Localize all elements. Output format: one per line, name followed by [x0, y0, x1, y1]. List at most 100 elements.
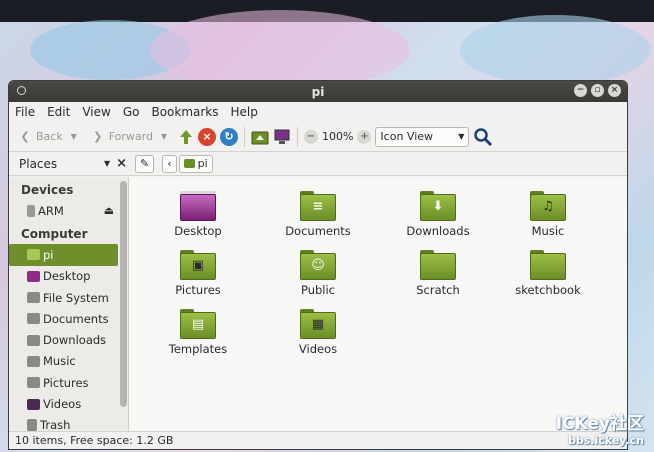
file-item-sketchbook[interactable]: sketchbook	[493, 250, 603, 297]
chevron-down-icon: ▼	[103, 159, 111, 168]
back-label: Back	[36, 130, 63, 143]
location-bar: Places ▼ × ✎ ‹ pi	[9, 152, 627, 176]
sidebar-item-label: File System	[43, 290, 109, 305]
reload-icon[interactable]: ↻	[219, 127, 238, 146]
window-title: pi	[311, 84, 325, 99]
path-current-label: pi	[197, 157, 208, 170]
sidebar-item-pi[interactable]: pi	[9, 244, 118, 266]
pictures-folder-icon: ▣	[180, 250, 216, 280]
forward-arrow-icon: ❯	[93, 130, 103, 143]
menu-file[interactable]: File	[14, 105, 36, 119]
sidebar-item-label: Documents	[43, 311, 109, 326]
zoom-out-icon[interactable]: −	[303, 129, 318, 144]
edit-location-button[interactable]: ✎	[135, 154, 155, 173]
desktop-folder-icon	[180, 191, 216, 221]
computer-icon[interactable]	[273, 129, 291, 145]
drive-icon	[27, 204, 35, 217]
file-view: Desktop ≡ Documents ⬇ Downloads ♫ Music …	[129, 177, 627, 433]
forward-button[interactable]: ❯ Forward ▼	[88, 126, 174, 148]
music-icon	[27, 355, 40, 367]
menu-go[interactable]: Go	[122, 105, 141, 119]
chevron-left-icon: ‹	[167, 157, 172, 170]
sidebar-item-label: Downloads	[43, 333, 107, 348]
path-segment-pi[interactable]: pi	[178, 154, 213, 173]
up-arrow-icon[interactable]	[178, 129, 194, 145]
file-item-music[interactable]: ♫ Music	[493, 191, 603, 238]
chevron-down-icon[interactable]: ▼	[157, 130, 171, 144]
wallpaper-shape	[150, 10, 410, 90]
chevron-down-icon[interactable]: ▼	[67, 130, 81, 144]
search-icon[interactable]	[473, 127, 493, 147]
toolbar-divider	[243, 126, 245, 147]
zoom-in-icon[interactable]: +	[357, 129, 372, 144]
status-text: 10 items, Free space: 1.2 GB	[15, 434, 174, 447]
file-item-label: Desktop	[174, 224, 222, 238]
file-item-label: Videos	[298, 342, 338, 356]
file-item-label: sketchbook	[515, 283, 581, 297]
sidebar-item-desktop[interactable]: Desktop	[9, 266, 118, 287]
menu-edit[interactable]: Edit	[46, 105, 71, 119]
stop-icon[interactable]: ×	[197, 127, 216, 146]
documents-icon	[27, 313, 40, 325]
sidebar-item-file-system[interactable]: File System	[9, 287, 118, 308]
maximize-icon[interactable]: ▫	[591, 84, 604, 97]
file-item-desktop[interactable]: Desktop	[143, 191, 253, 238]
sidebar-item-arm[interactable]: ARM ⏏	[9, 200, 118, 221]
sidebar-item-music[interactable]: Music	[9, 351, 118, 372]
file-item-pictures[interactable]: ▣ Pictures	[143, 250, 253, 297]
wallpaper-shape	[460, 15, 650, 85]
title-bar[interactable]: pi − ▫ ×	[9, 81, 627, 102]
watermark: ICKey社区 bbs.ickey.cn	[556, 409, 644, 447]
sidebar: Devices ARM ⏏ Computer pi Desktop File S…	[9, 177, 129, 433]
desktop-icon	[27, 270, 40, 282]
file-item-label: Scratch	[416, 283, 460, 297]
toolbar-divider	[296, 126, 298, 147]
videos-icon	[27, 398, 40, 410]
videos-folder-icon: ▦	[300, 309, 336, 339]
file-manager-window: pi − ▫ × File Edit View Go Bookmarks Hel…	[8, 80, 628, 450]
file-item-templates[interactable]: ▤ Templates	[143, 309, 253, 356]
menu-help[interactable]: Help	[230, 105, 259, 119]
eject-icon[interactable]: ⏏	[104, 204, 114, 217]
file-item-scratch[interactable]: Scratch	[383, 250, 493, 297]
menu-view[interactable]: View	[81, 105, 111, 119]
music-folder-icon: ♫	[530, 191, 566, 221]
sidebar-item-label: Desktop	[43, 269, 91, 284]
chevron-down-icon: ▼	[458, 132, 465, 141]
file-item-documents[interactable]: ≡ Documents	[263, 191, 373, 238]
sidebar-item-documents[interactable]: Documents	[9, 308, 118, 329]
sidebar-header-computer: Computer	[21, 227, 88, 242]
sidebar-item-downloads[interactable]: Downloads	[9, 329, 118, 350]
back-button[interactable]: ❮ Back ▼	[15, 126, 84, 148]
menu-bookmarks[interactable]: Bookmarks	[150, 105, 219, 119]
filesystem-icon	[27, 292, 40, 304]
view-mode-select[interactable]: Icon View ▼	[375, 126, 470, 147]
path-back-button[interactable]: ‹	[162, 154, 177, 173]
templates-folder-icon: ▤	[180, 309, 216, 339]
window-controls: − ▫ ×	[574, 84, 621, 97]
back-arrow-icon: ❮	[20, 130, 30, 143]
content-area: Devices ARM ⏏ Computer pi Desktop File S…	[9, 177, 627, 433]
pictures-icon	[27, 377, 40, 389]
close-sidebar-icon[interactable]: ×	[116, 156, 127, 171]
home-folder-icon	[27, 249, 40, 261]
home-icon[interactable]	[251, 129, 269, 145]
watermark-title: ICKey社区	[555, 414, 644, 434]
folder-icon	[530, 250, 566, 280]
file-item-label: Templates	[168, 342, 228, 356]
sidebar-item-videos[interactable]: Videos	[9, 393, 118, 414]
downloads-folder-icon: ⬇	[420, 191, 456, 221]
file-item-videos[interactable]: ▦ Videos	[263, 309, 373, 356]
file-item-public[interactable]: ☺ Public	[263, 250, 373, 297]
sidebar-item-label: Music	[43, 354, 76, 369]
sidebar-selector[interactable]: Places ▼ ×	[9, 156, 127, 171]
file-item-label: Pictures	[175, 283, 221, 297]
public-folder-icon: ☺	[300, 250, 336, 280]
close-icon[interactable]: ×	[608, 84, 621, 97]
sidebar-scrollbar[interactable]	[120, 181, 127, 407]
sidebar-item-pictures[interactable]: Pictures	[9, 372, 118, 393]
downloads-icon	[27, 334, 40, 346]
minimize-icon[interactable]: −	[574, 84, 587, 97]
file-item-downloads[interactable]: ⬇ Downloads	[383, 191, 493, 238]
sidebar-item-label: Pictures	[43, 375, 89, 390]
